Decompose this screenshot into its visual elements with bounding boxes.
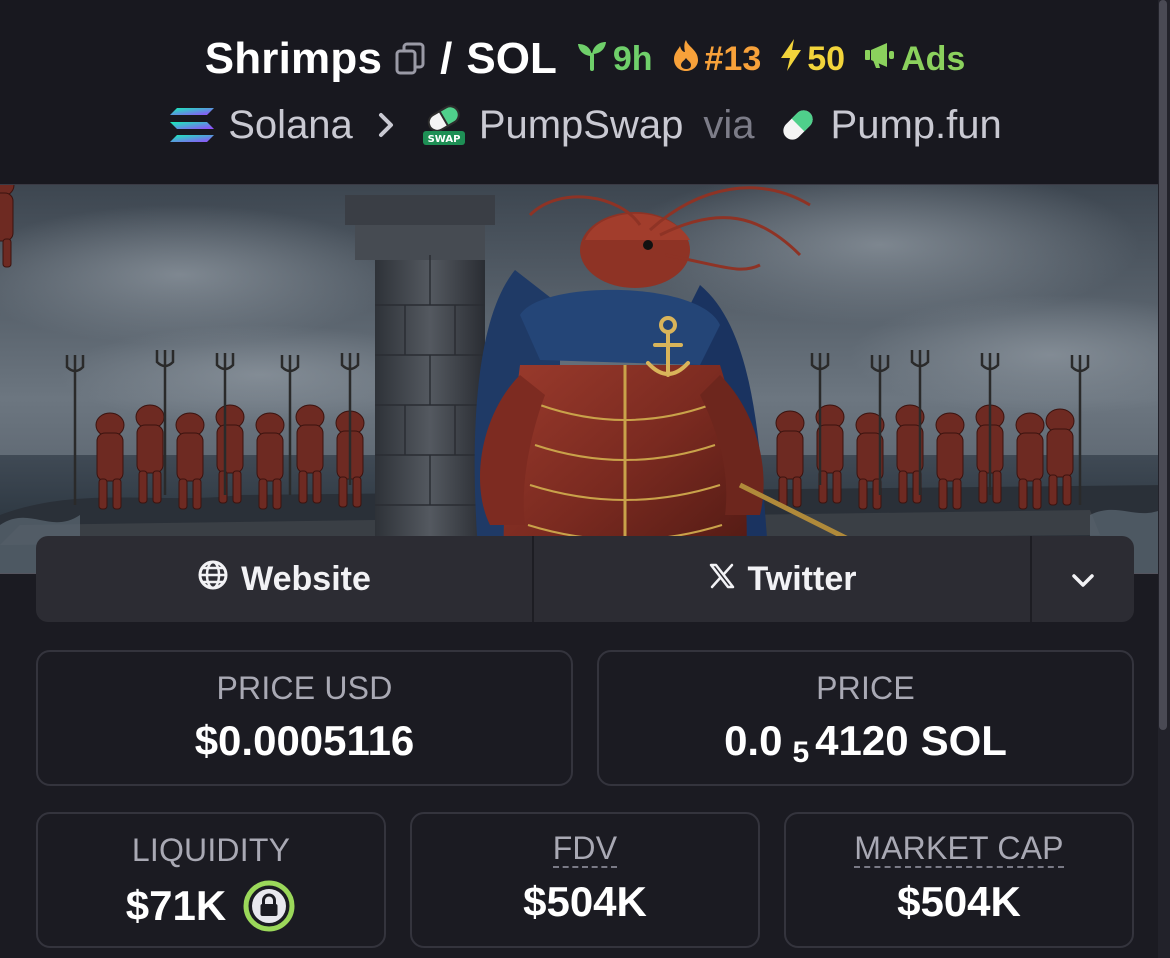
dex-name[interactable]: PumpSwap xyxy=(479,103,684,148)
token-pair-page: Shrimps / SOL 9h #13 50 Ads Solana SWAP … xyxy=(0,0,1170,958)
launchpad-name[interactable]: Pump.fun xyxy=(831,103,1002,148)
lock-icon[interactable] xyxy=(242,879,296,933)
liquidity-label: LIQUIDITY xyxy=(131,832,291,868)
pair-header: Shrimps / SOL 9h #13 50 Ads Solana SWAP … xyxy=(0,0,1170,185)
market-cap-value: $504K xyxy=(897,877,1021,925)
price-prefix: 0.0 xyxy=(724,717,783,764)
website-button[interactable]: Website xyxy=(36,536,534,622)
age-text: 9h xyxy=(612,39,653,78)
liquidity-value-row: $71K xyxy=(126,879,296,933)
flame-icon xyxy=(671,38,705,81)
pair-separator: / xyxy=(440,34,453,83)
globe-icon xyxy=(197,559,241,600)
trending-rank-badge[interactable]: #13 xyxy=(671,38,762,81)
boost-count: 50 xyxy=(807,39,846,78)
liquidity-value: $71K xyxy=(125,882,227,929)
fdv-label[interactable]: FDV xyxy=(552,831,618,868)
copy-icon[interactable] xyxy=(394,42,426,76)
token-banner-image xyxy=(0,185,1170,574)
pumpswap-logo-icon: SWAP xyxy=(421,103,467,147)
chevron-right-icon xyxy=(377,111,395,139)
more-links-button[interactable] xyxy=(1032,536,1134,622)
fdv-value: $504K xyxy=(523,877,647,925)
boost-badge[interactable]: 50 xyxy=(779,38,845,81)
price-native-label: PRICE xyxy=(816,670,915,706)
price-native-card: PRICE 0.0 5 4120 SOL xyxy=(597,650,1134,786)
twitter-button[interactable]: Twitter xyxy=(534,536,1032,622)
chain-breadcrumb: Solana SWAP PumpSwap via Pump.fun xyxy=(0,98,1170,152)
market-cap-card: MARKET CAP $504K xyxy=(784,812,1134,948)
liquidity-card: LIQUIDITY $71K xyxy=(36,812,386,948)
price-usd-label: PRICE USD xyxy=(216,670,393,706)
price-usd-card: PRICE USD $0.0005116 xyxy=(36,650,573,786)
megaphone-icon xyxy=(863,40,901,79)
social-links-bar: Website Twitter xyxy=(36,536,1134,622)
price-usd-value: $0.0005116 xyxy=(194,717,415,764)
page-scrollbar[interactable] xyxy=(1158,0,1170,958)
chain-name[interactable]: Solana xyxy=(228,103,353,148)
fdv-card: FDV $504K xyxy=(410,812,760,948)
lightning-icon xyxy=(779,38,807,81)
price-zero-count: 5 xyxy=(792,736,810,769)
chevron-down-icon xyxy=(1070,560,1096,599)
x-logo-icon xyxy=(708,560,748,599)
solana-logo-icon xyxy=(168,105,216,145)
via-text: via xyxy=(703,102,755,147)
ads-badge[interactable]: Ads xyxy=(863,40,965,79)
pair-name: Shrimps xyxy=(204,34,383,83)
scrollbar-thumb[interactable] xyxy=(1159,0,1167,730)
website-label: Website xyxy=(241,559,371,598)
price-native-value: 0.0 5 4120 SOL xyxy=(724,717,1007,769)
pill-icon xyxy=(777,104,819,146)
quote-token: SOL xyxy=(466,34,557,83)
pair-title-row: Shrimps / SOL 9h #13 50 Ads xyxy=(0,30,1170,88)
swap-badge-text: SWAP xyxy=(427,134,460,145)
price-digits: 4120 xyxy=(815,717,909,764)
market-cap-label[interactable]: MARKET CAP xyxy=(854,831,1064,868)
seedling-icon xyxy=(575,39,613,80)
age-badge: 9h xyxy=(575,39,653,80)
rank-text: #13 xyxy=(704,39,762,78)
twitter-label: Twitter xyxy=(747,559,857,598)
price-unit: SOL xyxy=(920,717,1007,764)
ads-text: Ads xyxy=(901,39,966,78)
